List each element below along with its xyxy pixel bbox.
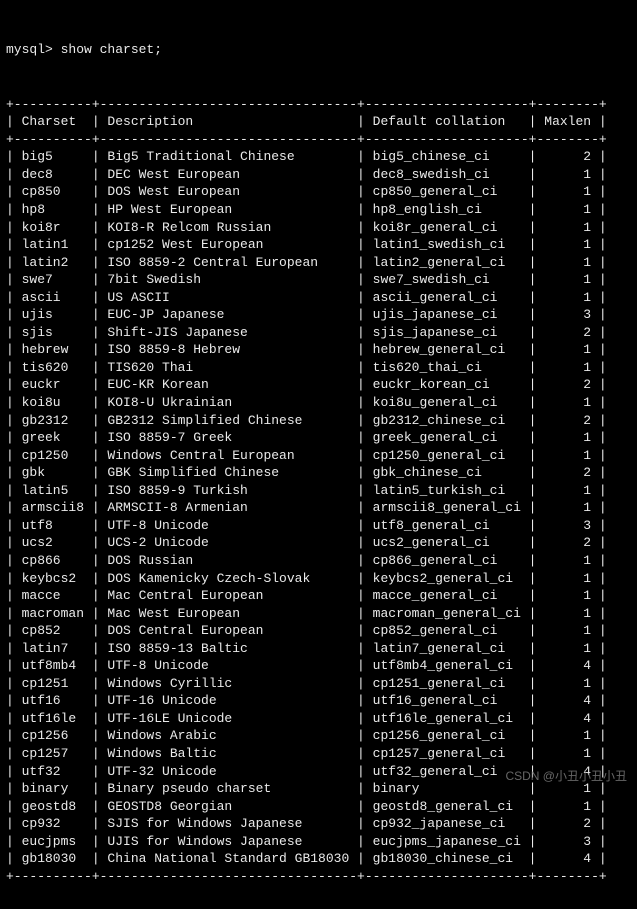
table-row: | euckr | EUC-KR Korean | euckr_korean_c…	[6, 376, 631, 394]
table-row: | eucjpms | UJIS for Windows Japanese | …	[6, 833, 631, 851]
table-row: | macroman | Mac West European | macroma…	[6, 605, 631, 623]
table-row: | gb18030 | China National Standard GB18…	[6, 850, 631, 868]
table-row: | cp1257 | Windows Baltic | cp1257_gener…	[6, 745, 631, 763]
table-row: | hebrew | ISO 8859-8 Hebrew | hebrew_ge…	[6, 341, 631, 359]
table-row: | tis620 | TIS620 Thai | tis620_thai_ci …	[6, 359, 631, 377]
table-row: | utf16le | UTF-16LE Unicode | utf16le_g…	[6, 710, 631, 728]
table-row: | latin2 | ISO 8859-2 Central European |…	[6, 254, 631, 272]
table-row: | cp866 | DOS Russian | cp866_general_ci…	[6, 552, 631, 570]
table-row: | ucs2 | UCS-2 Unicode | ucs2_general_ci…	[6, 534, 631, 552]
table-row: | cp1251 | Windows Cyrillic | cp1251_gen…	[6, 675, 631, 693]
table-row: | cp932 | SJIS for Windows Japanese | cp…	[6, 815, 631, 833]
table-row: | big5 | Big5 Traditional Chinese | big5…	[6, 148, 631, 166]
table-row: | ujis | EUC-JP Japanese | ujis_japanese…	[6, 306, 631, 324]
table-row: | sjis | Shift-JIS Japanese | sjis_japan…	[6, 324, 631, 342]
table-row: | cp850 | DOS West European | cp850_gene…	[6, 183, 631, 201]
table-row: | koi8u | KOI8-U Ukrainian | koi8u_gener…	[6, 394, 631, 412]
table-row: | cp852 | DOS Central European | cp852_g…	[6, 622, 631, 640]
table-border: +----------+----------------------------…	[6, 868, 631, 886]
mysql-prompt: mysql> show charset;	[6, 41, 631, 59]
table-row: | swe7 | 7bit Swedish | swe7_swedish_ci …	[6, 271, 631, 289]
table-row: | utf16 | UTF-16 Unicode | utf16_general…	[6, 692, 631, 710]
table-row: | armscii8 | ARMSCII-8 Armenian | armsci…	[6, 499, 631, 517]
table-row: | ascii | US ASCII | ascii_general_ci | …	[6, 289, 631, 307]
table-border: +----------+----------------------------…	[6, 131, 631, 149]
table-row: | keybcs2 | DOS Kamenicky Czech-Slovak |…	[6, 570, 631, 588]
table-row: | cp1250 | Windows Central European | cp…	[6, 447, 631, 465]
table-row: | gb2312 | GB2312 Simplified Chinese | g…	[6, 412, 631, 430]
table-row: | latin5 | ISO 8859-9 Turkish | latin5_t…	[6, 482, 631, 500]
table-row: | koi8r | KOI8-R Relcom Russian | koi8r_…	[6, 219, 631, 237]
table-row: | geostd8 | GEOSTD8 Georgian | geostd8_g…	[6, 798, 631, 816]
table-row: | gbk | GBK Simplified Chinese | gbk_chi…	[6, 464, 631, 482]
table-row: | latin7 | ISO 8859-13 Baltic | latin7_g…	[6, 640, 631, 658]
table-row: | cp1256 | Windows Arabic | cp1256_gener…	[6, 727, 631, 745]
watermark-text: CSDN @小丑小丑小丑	[505, 768, 627, 784]
table-row: | greek | ISO 8859-7 Greek | greek_gener…	[6, 429, 631, 447]
table-row: | hp8 | HP West European | hp8_english_c…	[6, 201, 631, 219]
table-border: +----------+----------------------------…	[6, 96, 631, 114]
table-header-row: | Charset | Description | Default collat…	[6, 113, 631, 131]
table-row: | macce | Mac Central European | macce_g…	[6, 587, 631, 605]
table-row: | dec8 | DEC West European | dec8_swedis…	[6, 166, 631, 184]
table-row: | utf8mb4 | UTF-8 Unicode | utf8mb4_gene…	[6, 657, 631, 675]
table-row: | latin1 | cp1252 West European | latin1…	[6, 236, 631, 254]
table-row: | utf8 | UTF-8 Unicode | utf8_general_ci…	[6, 517, 631, 535]
